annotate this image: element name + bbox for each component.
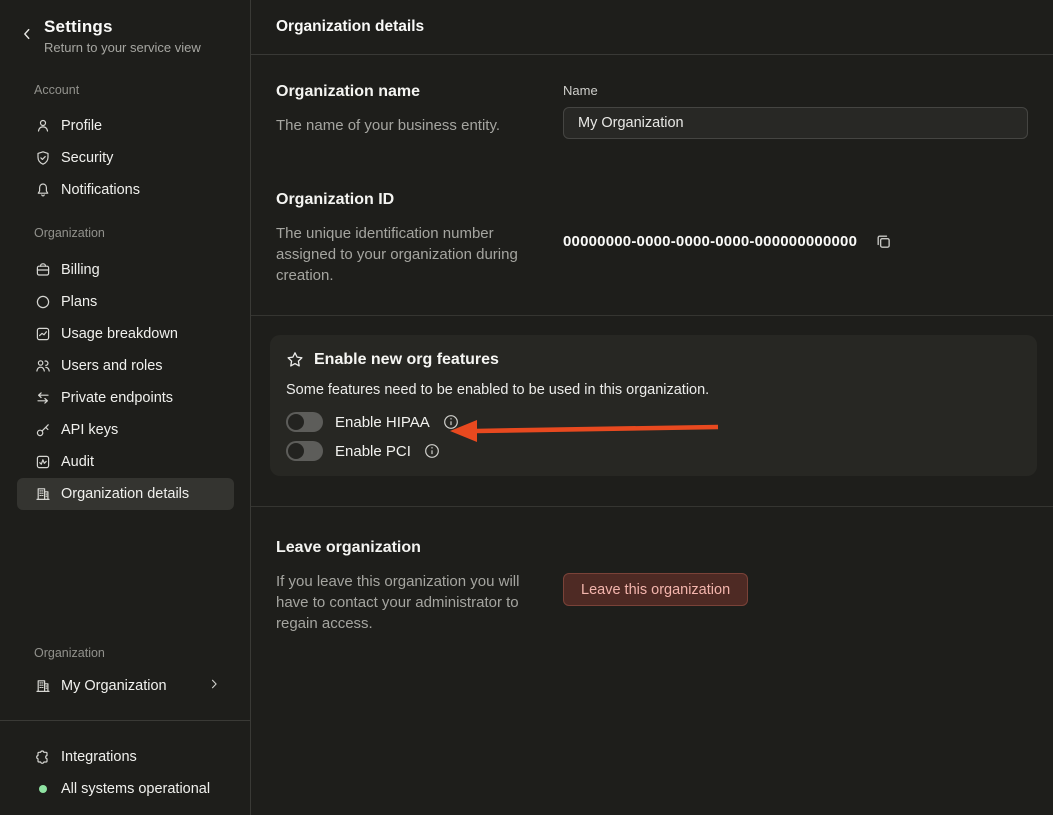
puzzle-icon <box>35 749 51 765</box>
sidebar-title: Settings <box>44 17 201 37</box>
org-name-input[interactable] <box>563 107 1028 139</box>
section-divider <box>251 506 1053 507</box>
sidebar-item-label: Organization details <box>61 486 189 502</box>
section-label-account: Account <box>34 83 250 98</box>
sidebar-item-organization-details[interactable]: Organization details <box>17 478 234 510</box>
sidebar-item-label: Private endpoints <box>61 390 173 406</box>
circle-icon <box>35 294 51 310</box>
building-icon <box>35 678 51 694</box>
name-field-label: Name <box>563 83 1028 98</box>
section-label-organization: Organization <box>34 226 250 241</box>
status-green-dot-icon <box>39 785 47 793</box>
hipaa-toggle-label: Enable HIPAA <box>335 414 430 431</box>
chevron-right-icon <box>208 678 220 694</box>
enable-pci-toggle[interactable] <box>286 441 323 461</box>
star-icon <box>286 351 304 369</box>
sidebar-item-api-keys[interactable]: API keys <box>17 414 234 446</box>
sidebar-item-label: API keys <box>61 422 118 438</box>
sidebar-item-users-and-roles[interactable]: Users and roles <box>17 350 234 382</box>
sidebar-item-profile[interactable]: Profile <box>17 110 234 142</box>
org-name-heading: Organization name <box>276 83 563 101</box>
sidebar-item-label: Integrations <box>61 749 137 765</box>
section-label-organization-switcher: Organization <box>34 646 250 661</box>
org-name-section: Organization name The name of your busin… <box>251 83 1053 139</box>
section-divider <box>251 315 1053 316</box>
sidebar-item-integrations[interactable]: Integrations <box>17 741 234 773</box>
info-icon[interactable] <box>424 443 440 459</box>
hipaa-toggle-row: Enable HIPAA <box>286 410 1021 434</box>
audit-icon <box>35 454 51 470</box>
leave-organization-button[interactable]: Leave this organization <box>563 573 748 606</box>
org-id-description: The unique identification number assigne… <box>276 223 528 286</box>
sidebar-subtitle[interactable]: Return to your service view <box>44 40 201 55</box>
chart-icon <box>35 326 51 342</box>
person-icon <box>35 118 51 134</box>
sidebar-item-label: Audit <box>61 454 94 470</box>
enable-hipaa-toggle[interactable] <box>286 412 323 432</box>
building-icon <box>35 486 51 502</box>
sidebar-item-label: Billing <box>61 262 100 278</box>
org-id-heading: Organization ID <box>276 191 563 209</box>
sidebar-footer: Integrations All systems operational <box>0 720 250 815</box>
sidebar-header: Settings Return to your service view <box>0 0 250 54</box>
wallet-icon <box>35 262 51 278</box>
sidebar-item-private-endpoints[interactable]: Private endpoints <box>17 382 234 414</box>
page-title: Organization details <box>251 0 1053 55</box>
sidebar-item-audit[interactable]: Audit <box>17 446 234 478</box>
pci-toggle-label: Enable PCI <box>335 443 411 460</box>
sidebar-item-label: Users and roles <box>61 358 163 374</box>
system-status-item[interactable]: All systems operational <box>17 773 234 805</box>
leave-org-description: If you leave this organization you will … <box>276 571 528 634</box>
organization-nav: Billing Plans Usage breakdown Users and … <box>0 254 250 510</box>
sidebar: Settings Return to your service view Acc… <box>0 0 251 815</box>
sidebar-item-label: Security <box>61 150 113 166</box>
org-name-description: The name of your business entity. <box>276 115 528 136</box>
org-switcher-label: My Organization <box>61 678 167 694</box>
org-id-section: Organization ID The unique identificatio… <box>251 191 1053 286</box>
enable-features-card: Enable new org features Some features ne… <box>270 335 1037 476</box>
shield-check-icon <box>35 150 51 166</box>
sidebar-item-label: Profile <box>61 118 102 134</box>
main-content: Organization details Organization name T… <box>251 0 1053 815</box>
status-label: All systems operational <box>61 781 210 797</box>
sidebar-item-usage-breakdown[interactable]: Usage breakdown <box>17 318 234 350</box>
key-icon <box>35 422 51 438</box>
sidebar-item-label: Plans <box>61 294 97 310</box>
info-icon[interactable] <box>443 414 459 430</box>
back-chevron-icon[interactable] <box>20 27 36 41</box>
sidebar-item-security[interactable]: Security <box>17 142 234 174</box>
copy-icon[interactable] <box>875 233 892 250</box>
leave-org-heading: Leave organization <box>276 539 563 557</box>
features-card-description: Some features need to be enabled to be u… <box>286 382 1021 398</box>
bell-icon <box>35 182 51 198</box>
org-id-value: 00000000-0000-0000-0000-000000000000 <box>563 233 857 250</box>
account-nav: Profile Security Notifications <box>0 110 250 206</box>
leave-org-section: Leave organization If you leave this org… <box>251 539 1053 634</box>
arrows-swap-icon <box>35 390 51 406</box>
sidebar-item-label: Notifications <box>61 182 140 198</box>
sidebar-item-plans[interactable]: Plans <box>17 286 234 318</box>
sidebar-item-billing[interactable]: Billing <box>17 254 234 286</box>
pci-toggle-row: Enable PCI <box>286 439 1021 463</box>
users-icon <box>35 358 51 374</box>
features-card-title: Enable new org features <box>314 351 499 369</box>
settings-app: Settings Return to your service view Acc… <box>0 0 1053 815</box>
org-switcher[interactable]: My Organization <box>17 670 234 702</box>
sidebar-item-label: Usage breakdown <box>61 326 178 342</box>
sidebar-item-notifications[interactable]: Notifications <box>17 174 234 206</box>
